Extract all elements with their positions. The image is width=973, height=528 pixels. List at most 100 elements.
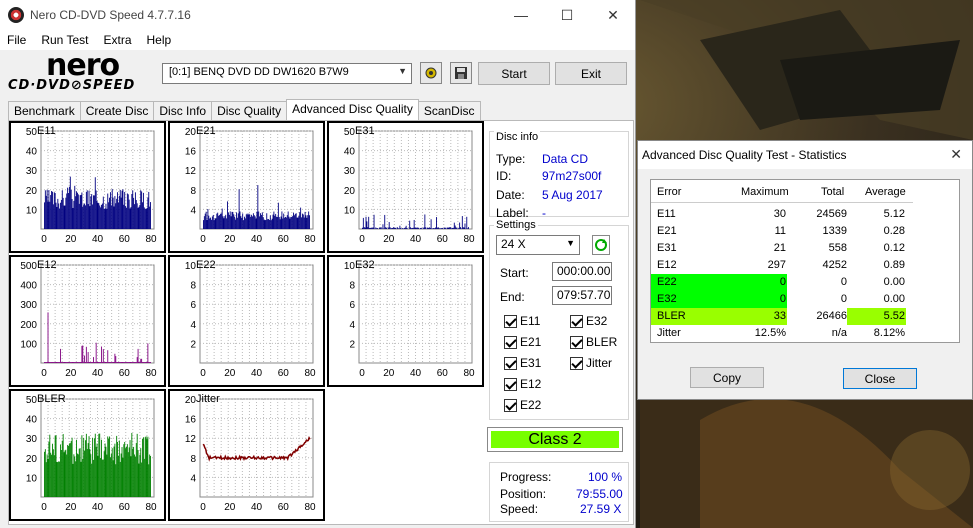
- close-button[interactable]: ✕: [590, 0, 636, 30]
- data-bar: [393, 227, 395, 229]
- data-bar: [437, 227, 439, 229]
- data-bar: [66, 193, 68, 229]
- data-bar: [52, 449, 54, 497]
- tab-scandisc[interactable]: ScanDisc: [417, 101, 481, 120]
- data-bar: [104, 443, 106, 497]
- menu-help[interactable]: Help: [140, 33, 180, 47]
- data-bar: [68, 362, 70, 363]
- data-bar: [140, 190, 142, 229]
- x-tick-label: 60: [119, 368, 131, 379]
- data-bar: [112, 197, 114, 229]
- graph-plot: 500 400 300 200 100 0 20 40 60 80: [20, 261, 157, 379]
- cell-max: 30: [773, 208, 786, 220]
- data-bar: [149, 206, 151, 229]
- x-tick-label: 40: [92, 502, 104, 513]
- data-bar: [82, 458, 84, 497]
- data-bar: [76, 191, 77, 229]
- table-row: E31 21 558 0.12: [651, 240, 913, 257]
- data-bar: [134, 362, 136, 363]
- data-bar: [272, 214, 274, 229]
- data-bar: [67, 187, 69, 229]
- minimize-button[interactable]: —: [498, 0, 544, 30]
- x-tick-label: 60: [278, 368, 290, 379]
- tab-benchmark[interactable]: Benchmark: [8, 101, 81, 120]
- checkbox-e32[interactable]: E32: [570, 314, 607, 328]
- floppy-save-icon[interactable]: [450, 62, 472, 84]
- dialog-close-button[interactable]: Close: [843, 368, 917, 389]
- tab-disc-info[interactable]: Disc Info: [153, 101, 213, 120]
- x-tick-label: 40: [410, 368, 422, 379]
- checkbox-e21[interactable]: E21: [504, 335, 541, 349]
- title-bar[interactable]: Nero CD-DVD Speed 4.7.7.16 — ☐ ✕: [0, 0, 635, 30]
- data-bar: [86, 448, 88, 497]
- speed-select[interactable]: 24 X ▼: [496, 235, 580, 255]
- data-bar: [78, 203, 80, 229]
- cell-total: 0: [840, 293, 847, 305]
- graph-title: E22: [196, 259, 216, 271]
- start-time-input[interactable]: 000:00.00: [552, 262, 612, 281]
- data-bar: [114, 196, 116, 229]
- data-bar: [93, 362, 95, 363]
- data-bar: [98, 433, 100, 497]
- data-bar: [137, 207, 139, 229]
- data-bar: [298, 216, 300, 229]
- data-bar: [81, 345, 83, 363]
- data-bar: [108, 438, 110, 497]
- checkbox-e11[interactable]: E11: [504, 314, 540, 328]
- data-bar: [79, 448, 81, 497]
- checkbox-e31[interactable]: E31: [504, 356, 541, 370]
- data-bar: [80, 194, 82, 229]
- start-button[interactable]: Start: [478, 62, 550, 85]
- data-bar: [49, 201, 51, 229]
- checkbox-e12[interactable]: E12: [504, 377, 541, 391]
- drive-gear-icon[interactable]: [420, 62, 442, 84]
- data-bar: [422, 228, 424, 229]
- data-bar: [288, 216, 290, 229]
- data-bar: [86, 362, 88, 363]
- data-bar: [405, 225, 407, 229]
- data-bar: [69, 362, 71, 363]
- graph-bler: 50 40 30 20 10 0 20 40 60 80 BLER: [9, 389, 166, 521]
- copy-button[interactable]: Copy: [690, 367, 764, 388]
- y-tick-label: 40: [26, 147, 38, 158]
- data-bar: [286, 215, 288, 229]
- end-time-input[interactable]: 079:57.70: [552, 286, 612, 305]
- menu-file[interactable]: File: [0, 33, 34, 47]
- graph-e31: 50 40 30 20 10 0 20 40 60 80 E31: [327, 121, 484, 253]
- exit-button[interactable]: Exit: [555, 62, 627, 85]
- menu-extra[interactable]: Extra: [96, 33, 139, 47]
- data-bar: [62, 197, 64, 229]
- tab-disc-quality[interactable]: Disc Quality: [211, 101, 288, 120]
- data-bar: [424, 214, 426, 229]
- tab-advanced-disc-quality[interactable]: Advanced Disc Quality: [286, 99, 419, 120]
- data-bar: [88, 362, 90, 363]
- data-bar: [52, 362, 54, 363]
- data-bar: [109, 457, 111, 497]
- data-bar: [125, 362, 127, 363]
- dialog-title-bar[interactable]: Advanced Disc Quality Test - Statistics …: [638, 141, 972, 169]
- tab-create-disc[interactable]: Create Disc: [79, 101, 155, 120]
- data-bar: [136, 433, 138, 497]
- data-bar: [147, 343, 149, 363]
- data-bar: [51, 454, 53, 497]
- checkbox-e22[interactable]: E22: [504, 398, 541, 412]
- data-bar: [126, 446, 127, 497]
- refresh-icon[interactable]: [592, 235, 610, 255]
- data-bar: [85, 440, 86, 497]
- data-bar: [400, 228, 402, 229]
- data-bar: [281, 211, 283, 229]
- data-bar: [392, 227, 394, 229]
- checkbox-bler[interactable]: BLER: [570, 335, 617, 349]
- data-bar: [65, 362, 67, 363]
- menu-run-test[interactable]: Run Test: [34, 33, 96, 47]
- checkbox-jitter[interactable]: Jitter: [570, 356, 612, 370]
- dialog-close-icon[interactable]: ✕: [950, 146, 962, 163]
- data-bar: [59, 362, 61, 363]
- maximize-button[interactable]: ☐: [544, 0, 590, 30]
- data-bar: [92, 204, 94, 229]
- graph-plot: 50 40 30 20 10 0 20 40 60 80: [26, 395, 157, 513]
- data-bar: [76, 362, 77, 363]
- data-bar: [278, 217, 280, 229]
- data-bar: [406, 228, 408, 229]
- drive-select[interactable]: [0:1] BENQ DVD DD DW1620 B7W9 ▼: [162, 63, 412, 84]
